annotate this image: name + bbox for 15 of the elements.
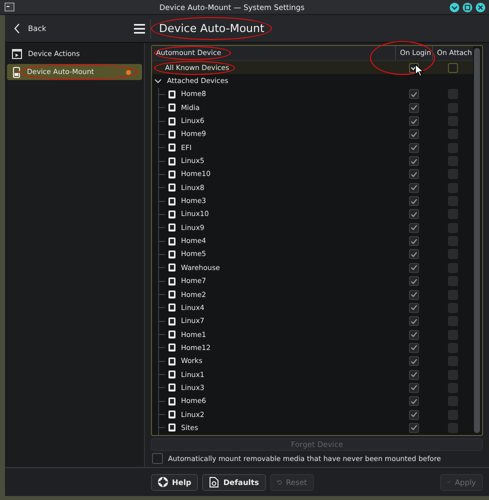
- minimize-button[interactable]: [449, 2, 460, 12]
- close-button[interactable]: [475, 2, 486, 12]
- document-icon: [209, 476, 220, 488]
- maximize-button[interactable]: [462, 2, 473, 12]
- lifebuoy-icon: [158, 477, 168, 487]
- checkbox[interactable]: [448, 62, 458, 73]
- terminal-icon: [4, 2, 15, 12]
- mouse-cursor-icon: [415, 64, 424, 77]
- menu-icon[interactable]: [134, 24, 145, 34]
- page-title: Device Auto-Mount: [159, 22, 264, 35]
- scrollbar[interactable]: [474, 48, 480, 433]
- drive-icon: [12, 66, 21, 78]
- checkbox[interactable]: [152, 453, 163, 464]
- undo-icon: [276, 477, 282, 487]
- play-window-icon: [12, 49, 22, 59]
